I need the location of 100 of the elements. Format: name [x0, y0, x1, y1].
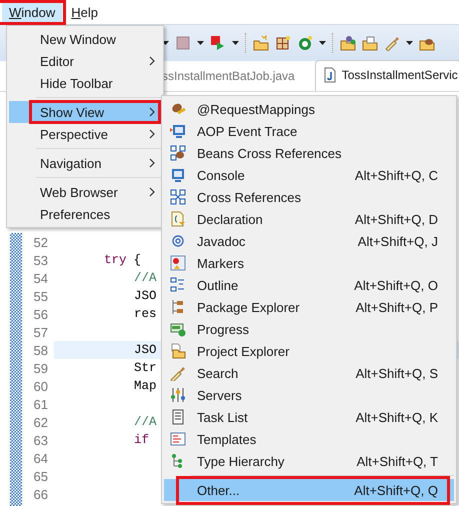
- outline-icon: [170, 277, 186, 293]
- shortcut-label: Alt+Shift+Q, D: [354, 212, 438, 226]
- folder-icon: [253, 35, 269, 51]
- menu-item-label: New Window: [40, 32, 116, 46]
- menu-item[interactable]: New Window: [9, 28, 161, 50]
- code-comment: //A: [134, 415, 157, 429]
- menu-item[interactable]: Declaration Alt+Shift+Q, D: [164, 208, 454, 230]
- markers-icon: [170, 255, 186, 271]
- menu-item-label: Cross References: [197, 190, 302, 204]
- menu-item[interactable]: Web Browser: [9, 181, 161, 203]
- menu-item[interactable]: Outline Alt+Shift+Q, O: [164, 274, 454, 296]
- line-number: 61: [32, 396, 48, 412]
- editor-tab[interactable]: TossInstallmentServic: [314, 60, 459, 91]
- menu-item[interactable]: Markers: [164, 252, 454, 274]
- document-icon: [170, 211, 186, 227]
- line-number: 54: [32, 270, 48, 286]
- menu-item-label: Progress: [197, 322, 250, 336]
- menu-item[interactable]: Package Explorer Alt+Shift+Q, P: [164, 296, 454, 318]
- menu-item[interactable]: Search Alt+Shift+Q, S: [164, 362, 454, 384]
- bean-icon: [170, 101, 186, 117]
- menu-item-label: Declaration: [197, 212, 263, 226]
- flashlight-icon: [384, 35, 400, 51]
- menu-item[interactable]: Project Explorer: [164, 340, 454, 362]
- menu-item-label: Type Hierarchy: [197, 454, 284, 468]
- tree-icon: [170, 299, 186, 315]
- code-text: JSO: [134, 289, 157, 303]
- folder-icon: [170, 343, 186, 359]
- shortcut-label: Alt+Shift+Q, O: [354, 278, 438, 292]
- menu-item-label: Templates: [197, 432, 256, 446]
- code-keyword: if: [134, 433, 150, 447]
- menu-item[interactable]: Editor: [9, 50, 161, 72]
- run-icon: [210, 35, 226, 51]
- menu-item[interactable]: @RequestMappings: [164, 98, 454, 120]
- menu-item-label: Beans Cross References: [197, 146, 342, 160]
- menu-item-label: Web Browser: [40, 184, 118, 200]
- menu-item[interactable]: Console Alt+Shift+Q, C: [164, 164, 454, 186]
- code-comment: //A: [134, 271, 157, 285]
- shortcut-label: Alt+Shift+Q, S: [356, 366, 438, 380]
- clipboard-icon: [170, 409, 186, 425]
- menu-item-label: Preferences: [40, 206, 110, 222]
- progress-icon: [170, 321, 186, 337]
- stop-icon: [175, 35, 191, 51]
- monitor-icon: [170, 167, 186, 183]
- menu-item[interactable]: Preferences: [9, 203, 161, 225]
- menu-item-label: Task List: [197, 410, 248, 424]
- menu-item-label: Project Explorer: [197, 344, 290, 358]
- menu-item-label: Perspective: [40, 126, 108, 142]
- menu-item[interactable]: Servers: [164, 384, 454, 406]
- menu-item-label: Editor: [40, 54, 74, 68]
- folder-icon: [340, 35, 356, 51]
- menu-item-label: Search: [197, 366, 238, 380]
- shortcut-label: Alt+Shift+Q, Q: [354, 482, 438, 498]
- caret-icon: [197, 39, 204, 47]
- code-text: Map: [134, 379, 157, 393]
- line-number: 60: [32, 378, 48, 394]
- menu-item[interactable]: Templates: [164, 428, 454, 450]
- shortcut-label: Alt+Shift+Q, C: [354, 168, 438, 182]
- menu-item[interactable]: Cross References: [164, 186, 454, 208]
- menu-item-label: Package Explorer: [197, 300, 300, 314]
- menu-item-label: @RequestMappings: [197, 102, 315, 116]
- menu-item-label: Javadoc: [197, 234, 246, 248]
- shortcut-label: Alt+Shift+Q, J: [358, 234, 438, 248]
- menu-item[interactable]: Hide Toolbar: [9, 72, 161, 94]
- menu-item[interactable]: Navigation: [9, 152, 161, 174]
- line-number: 63: [32, 432, 48, 448]
- code-keyword: try: [104, 253, 127, 267]
- shortcut-label: Alt+Shift+Q, T: [356, 454, 438, 468]
- editor-tab[interactable]: ssInstallmentBatJob.java: [160, 69, 297, 91]
- template-icon: [170, 431, 186, 447]
- shortcut-label: Alt+Shift+Q, K: [356, 410, 438, 424]
- line-number: 66: [32, 486, 48, 502]
- grid-icon: [275, 35, 291, 51]
- line-number: 59: [32, 360, 48, 376]
- menu-item-label: Markers: [197, 256, 244, 270]
- folder-icon: [362, 35, 378, 51]
- menu-item-label: Servers: [197, 388, 242, 402]
- code-text: {: [134, 253, 142, 267]
- menu-item[interactable]: AOP Event Trace: [164, 120, 454, 142]
- caret-icon: [319, 39, 326, 47]
- diagram-icon: [170, 145, 186, 161]
- line-number: 56: [32, 306, 48, 322]
- menu-item[interactable]: Show View: [9, 101, 161, 123]
- menu-item-label: AOP Event Trace: [197, 124, 298, 138]
- flashlight-icon: [170, 365, 186, 381]
- menu-item[interactable]: Perspective: [9, 123, 161, 145]
- line-number: 57: [32, 324, 48, 340]
- menu-item[interactable]: Javadoc Alt+Shift+Q, J: [164, 230, 454, 252]
- code-text: JSO: [134, 343, 157, 357]
- line-number: 52: [32, 234, 48, 250]
- menu-item[interactable]: Progress: [164, 318, 454, 340]
- menu-item-label: Show View: [40, 104, 104, 120]
- menu-item-label: Hide Toolbar: [40, 76, 113, 90]
- code-text: res: [134, 307, 157, 321]
- menu-item[interactable]: Beans Cross References: [164, 142, 454, 164]
- menu-item[interactable]: Type Hierarchy Alt+Shift+Q, T: [164, 450, 454, 472]
- menu-item-label: Console: [197, 168, 245, 182]
- menu-title[interactable]: Help: [64, 2, 105, 22]
- server-icon: [170, 387, 186, 403]
- menu-item[interactable]: Task List Alt+Shift+Q, K: [164, 406, 454, 428]
- java-file-icon: [322, 67, 338, 83]
